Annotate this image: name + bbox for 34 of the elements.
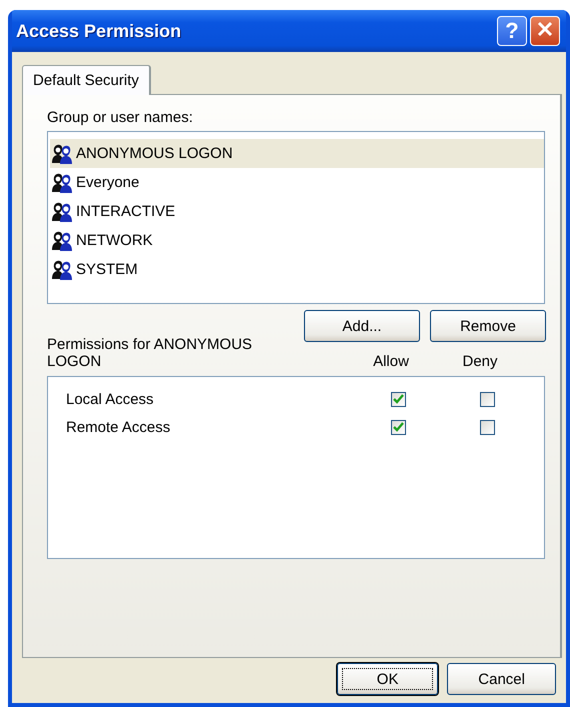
add-button[interactable]: Add... [304, 310, 420, 342]
user-list-item[interactable]: NETWORK [50, 226, 544, 255]
deny-checkbox[interactable] [480, 392, 494, 406]
user-group-icon [50, 230, 74, 252]
user-name: INTERACTIVE [76, 203, 176, 220]
user-list-item[interactable]: SYSTEM [50, 255, 544, 284]
group-label: Group or user names: [47, 109, 194, 126]
cancel-button[interactable]: Cancel [447, 663, 556, 695]
user-group-icon [50, 200, 74, 222]
window-title: Access Permission [16, 20, 182, 42]
user-list-item[interactable]: ANONYMOUS LOGON [50, 139, 544, 168]
close-button[interactable] [530, 16, 560, 46]
user-name: ANONYMOUS LOGON [76, 145, 233, 162]
permissions-label: Permissions for ANONYMOUS LOGON [47, 336, 254, 370]
user-name: NETWORK [76, 232, 153, 249]
column-header: Deny [461, 353, 499, 370]
permission-name: Remote Access [66, 418, 172, 436]
user-name: SYSTEM [76, 261, 138, 278]
ok-button[interactable]: OK [337, 663, 438, 695]
user-name: Everyone [76, 174, 140, 191]
user-group-icon [50, 258, 74, 280]
deny-checkbox[interactable] [480, 420, 494, 434]
remove-button[interactable]: Remove [430, 310, 546, 342]
permission-name: Local Access [66, 390, 155, 408]
help-button[interactable]: ? [497, 16, 527, 46]
allow-checkbox[interactable] [390, 392, 406, 406]
tab[interactable]: Default Security [22, 65, 151, 95]
user-list-item[interactable]: Everyone [50, 168, 544, 197]
allow-checkbox[interactable] [390, 420, 406, 434]
user-group-icon [50, 142, 74, 164]
close-icon [536, 20, 554, 38]
user-group-icon [50, 172, 74, 194]
column-header: Allow [372, 353, 410, 370]
user-list-item[interactable]: INTERACTIVE [50, 197, 544, 226]
